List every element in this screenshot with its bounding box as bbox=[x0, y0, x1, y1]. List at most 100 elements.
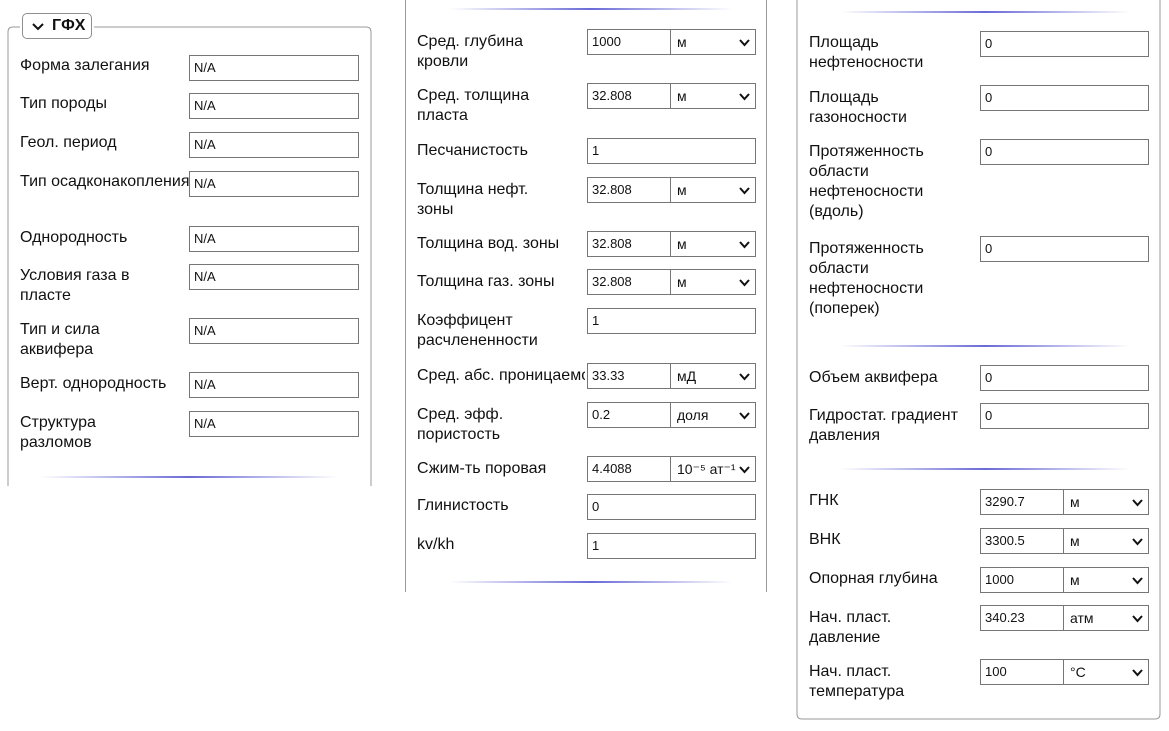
label-koefficent-raschlenennosti: Коэффицент расчлененности bbox=[417, 312, 538, 349]
gidrostat-gradient-input[interactable]: 0 bbox=[980, 403, 1149, 429]
szhim-t-porovaya-input[interactable]: 4.4088 bbox=[587, 456, 671, 482]
sred-eff-poristost-input[interactable]: 0.2 bbox=[587, 402, 671, 428]
koefficent-raschlenennosti-input[interactable]: 1 bbox=[587, 308, 756, 334]
label-usloviya-gaza: Условия газа в пласте bbox=[20, 267, 130, 304]
gfh-toggle-button[interactable]: ГФХ bbox=[22, 13, 92, 39]
peschanistost-input[interactable]: 1 bbox=[587, 138, 756, 164]
tip-sila-akvifera-input[interactable]: N/A bbox=[189, 318, 359, 344]
selected-unit: м bbox=[1070, 572, 1080, 588]
section-divider bbox=[450, 581, 732, 583]
label-odnorodnost: Однородность bbox=[20, 229, 128, 246]
chevron-down-icon bbox=[32, 23, 44, 31]
sred-glubina-krovli-input[interactable]: 1000 bbox=[587, 29, 671, 55]
opornaya-glubina-unit-select[interactable]: м bbox=[1063, 567, 1149, 593]
chevron-down-icon bbox=[739, 279, 750, 287]
section-divider bbox=[450, 8, 732, 10]
tolshchina-gaz-zony-unit-select[interactable]: м bbox=[670, 269, 756, 295]
sred-abs-pronits-unit-select[interactable]: мД bbox=[670, 363, 756, 389]
chevron-down-icon bbox=[739, 187, 750, 195]
label-gnk: ГНК bbox=[809, 492, 839, 509]
gfh-panel: ГФХ Форма залегания N/A Тип породы N/A Г… bbox=[0, 0, 380, 490]
selected-unit: мД bbox=[677, 368, 697, 384]
selected-unit: °C bbox=[1070, 664, 1086, 680]
vert-odnorodnost-input[interactable]: N/A bbox=[189, 372, 359, 398]
selected-unit: атм bbox=[1070, 610, 1094, 626]
chevron-down-icon bbox=[739, 93, 750, 101]
tolshchina-neft-zony-unit-select[interactable]: м bbox=[670, 177, 756, 203]
nach-plast-temperatura-unit-select[interactable]: °C bbox=[1063, 659, 1149, 685]
label-nach-plast-temperatura: Нач. пласт. температура bbox=[809, 663, 905, 700]
tolshchina-gaz-zony-input[interactable]: 32.808 bbox=[587, 269, 671, 295]
chevron-down-icon bbox=[739, 39, 750, 47]
reservoir-params-panel: Сред. глубина кровли 1000 м Сред. толщин… bbox=[400, 0, 772, 600]
tolshchina-vod-zony-input[interactable]: 32.808 bbox=[587, 231, 671, 257]
protyazhennost-vdol-input[interactable]: 0 bbox=[980, 139, 1149, 165]
section-divider bbox=[840, 345, 1130, 347]
chevron-down-icon bbox=[1132, 577, 1143, 585]
glinistost-input[interactable]: 0 bbox=[587, 494, 756, 520]
vnk-unit-select[interactable]: м bbox=[1063, 528, 1149, 554]
usloviya-gaza-input[interactable]: N/A bbox=[189, 264, 359, 290]
label-kv-kh: kv/kh bbox=[417, 536, 455, 553]
label-protyazhennost-vdol: Протяженность области нефтеносности (вдо… bbox=[809, 143, 924, 220]
tip-osadkonakopleniya-input[interactable]: N/A bbox=[189, 171, 359, 197]
label-peschanistost: Песчанистость bbox=[417, 142, 528, 159]
selected-unit: м bbox=[677, 34, 687, 50]
odnorodnost-input[interactable]: N/A bbox=[189, 226, 359, 252]
nach-plast-temperatura-input[interactable]: 100 bbox=[980, 659, 1064, 685]
label-tolshchina-neft-zony: Толщина нефт. зоны bbox=[417, 181, 529, 218]
label-struktura-razlomov: Структура разломов bbox=[20, 414, 96, 451]
nach-plast-davlenie-unit-select[interactable]: атм bbox=[1063, 605, 1149, 631]
tolshchina-vod-zony-unit-select[interactable]: м bbox=[670, 231, 756, 257]
kv-kh-input[interactable]: 1 bbox=[587, 533, 756, 559]
sred-glubina-krovli-unit-select[interactable]: м bbox=[670, 29, 756, 55]
field-params-panel: Площадь нефтеносности 0 Площадь газоносн… bbox=[790, 0, 1169, 731]
selected-unit: м bbox=[677, 88, 687, 104]
chevron-down-icon bbox=[739, 464, 750, 475]
chevron-down-icon bbox=[1132, 499, 1143, 507]
gnk-unit-select[interactable]: м bbox=[1063, 489, 1149, 515]
sred-tolshchina-plasta-input[interactable]: 32.808 bbox=[587, 83, 671, 109]
panel-border-right bbox=[766, 0, 767, 592]
label-tip-sila-akvifera: Тип и сила аквифера bbox=[20, 321, 100, 358]
section-divider bbox=[840, 468, 1130, 470]
label-ploshchad-neftenosnosti: Площадь нефтеносности bbox=[809, 34, 924, 71]
ploshchad-gazonosnosti-input[interactable]: 0 bbox=[980, 85, 1149, 111]
label-tip-osadkonakopleniya: Тип осадконакопления bbox=[20, 173, 190, 190]
section-divider bbox=[40, 476, 338, 478]
selected-unit: 10⁻⁵ ат⁻¹ bbox=[677, 461, 736, 477]
chevron-down-icon bbox=[739, 373, 750, 381]
selected-unit: м bbox=[677, 182, 687, 198]
ploshchad-neftenosnosti-input[interactable]: 0 bbox=[980, 31, 1149, 57]
gnk-input[interactable]: 3290.7 bbox=[980, 489, 1064, 515]
geol-period-input[interactable]: N/A bbox=[189, 132, 359, 158]
protyazhennost-poperek-input[interactable]: 0 bbox=[980, 236, 1149, 262]
selected-unit: м bbox=[1070, 533, 1080, 549]
forma-zaleganiya-input[interactable]: N/A bbox=[189, 55, 359, 81]
obem-akvifera-input[interactable]: 0 bbox=[980, 365, 1149, 391]
label-glinistost: Глинистость bbox=[417, 497, 509, 514]
sred-abs-pronits-input[interactable]: 33.33 bbox=[587, 363, 671, 389]
tolshchina-neft-zony-input[interactable]: 32.808 bbox=[587, 177, 671, 203]
label-gidrostat-gradient: Гидростат. градиент давления bbox=[809, 407, 958, 444]
label-opornaya-glubina: Опорная глубина bbox=[809, 570, 938, 587]
chevron-down-icon bbox=[1132, 669, 1143, 677]
tip-porody-input[interactable]: N/A bbox=[189, 93, 359, 119]
nach-plast-davlenie-input[interactable]: 340.23 bbox=[980, 605, 1064, 631]
label-tolshchina-gaz-zony: Толщина газ. зоны bbox=[417, 273, 555, 290]
label-tolshchina-vod-zony: Толщина вод. зоны bbox=[417, 235, 560, 252]
panel-border-left bbox=[405, 0, 406, 592]
opornaya-glubina-input[interactable]: 1000 bbox=[980, 567, 1064, 593]
sred-eff-poristost-unit-select[interactable]: доля bbox=[670, 402, 756, 428]
szhim-t-porovaya-unit-select[interactable]: 10⁻⁵ ат⁻¹ bbox=[670, 456, 756, 482]
label-sred-abs-pronits: Сред. абс. проницаемость bbox=[417, 367, 585, 384]
label-szhim-t-porovaya: Сжим-ть поровая bbox=[417, 460, 547, 477]
label-sred-glubina-krovli: Сред. глубина кровли bbox=[417, 33, 524, 70]
chevron-down-icon bbox=[1132, 538, 1143, 546]
sred-tolshchina-plasta-unit-select[interactable]: м bbox=[670, 83, 756, 109]
vnk-input[interactable]: 3300.5 bbox=[980, 528, 1064, 554]
label-vert-odnorodnost: Верт. однородность bbox=[20, 375, 167, 392]
chevron-down-icon bbox=[1132, 615, 1143, 623]
chevron-down-icon bbox=[739, 241, 750, 249]
struktura-razlomov-input[interactable]: N/A bbox=[189, 411, 359, 437]
